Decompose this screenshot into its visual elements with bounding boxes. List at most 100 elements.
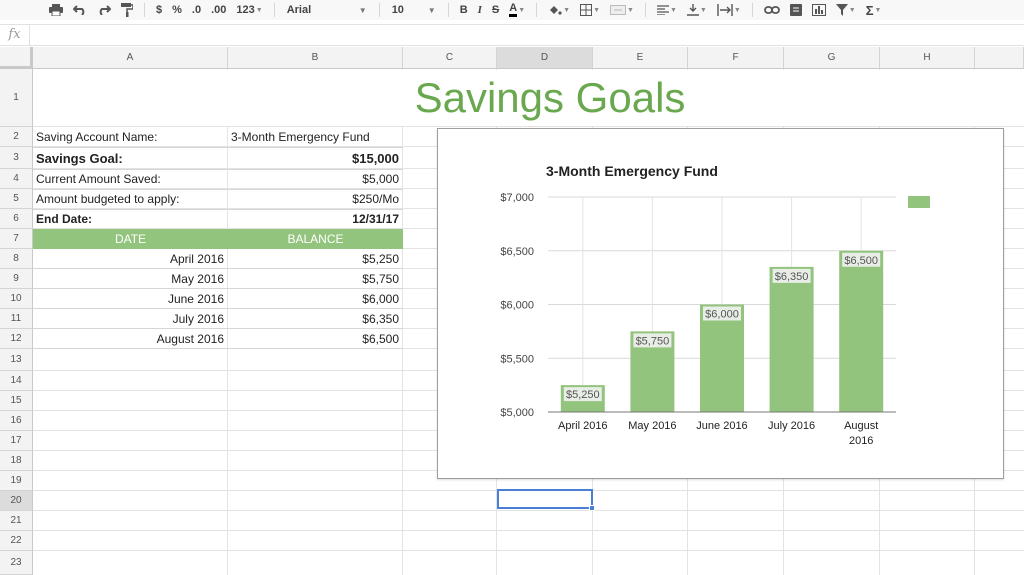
fill-color-icon[interactable]: ▼ [543, 0, 575, 20]
selected-cell-d20[interactable] [497, 489, 595, 511]
percent-format-button[interactable]: % [167, 0, 187, 20]
merge-cells-icon[interactable]: ▼ [605, 0, 639, 20]
increase-decimals-button[interactable]: .00 [206, 0, 231, 20]
chart-bar [839, 250, 884, 412]
font-family-dropdown[interactable]: Arial ▼ [281, 0, 373, 20]
undo-icon[interactable] [68, 0, 92, 20]
print-icon[interactable] [44, 0, 68, 20]
row-header-8[interactable]: 8 [0, 249, 33, 269]
table-cell-date[interactable]: May 2016 [33, 269, 228, 289]
row-header-13[interactable]: 13 [0, 349, 33, 371]
column-header-b[interactable]: B [228, 47, 403, 69]
more-formats-button[interactable]: 123 ▼ [231, 0, 267, 20]
goal-label[interactable]: Savings Goal: [33, 147, 228, 169]
chevron-down-icon: ▼ [874, 6, 882, 14]
functions-label: Σ [865, 2, 874, 18]
row-header-2[interactable]: 2 [0, 127, 33, 147]
text-wrapping-icon[interactable]: ▼ [712, 0, 746, 20]
strikethrough-button[interactable]: S [487, 0, 504, 20]
horizontal-align-icon[interactable]: ▼ [652, 0, 682, 20]
account-name-label[interactable]: Saving Account Name: [33, 127, 228, 147]
italic-button[interactable]: I [473, 0, 487, 20]
row-header-12[interactable]: 12 [0, 329, 33, 349]
table-cell-balance[interactable]: $6,500 [228, 329, 403, 349]
chevron-down-icon: ▼ [699, 6, 707, 14]
table-cell-date[interactable]: June 2016 [33, 289, 228, 309]
row-header-7[interactable]: 7 [0, 229, 33, 249]
column-header-partial[interactable] [975, 47, 1024, 69]
row-header-3[interactable]: 3 [0, 147, 33, 169]
chevron-down-icon: ▼ [255, 6, 263, 14]
account-name-value[interactable]: 3-Month Emergency Fund [228, 127, 408, 147]
column-header-g[interactable]: G [784, 47, 880, 69]
fill-handle[interactable] [589, 505, 595, 511]
chevron-down-icon: ▼ [358, 5, 367, 15]
formula-input[interactable] [30, 25, 1024, 45]
row-header-14[interactable]: 14 [0, 371, 33, 391]
current-amount-value[interactable]: $5,000 [228, 169, 403, 189]
row-divider [33, 189, 403, 190]
date-column-header[interactable]: DATE [33, 229, 228, 249]
select-all-corner[interactable] [0, 47, 33, 69]
savings-chart[interactable]: 3-Month Emergency Fund $5,000 $5,500 $6,000… [437, 128, 1004, 479]
decrease-decimals-button[interactable]: .0 [187, 0, 206, 20]
row-header-23[interactable]: 23 [0, 551, 33, 575]
text-color-button[interactable]: A ▼ [504, 0, 530, 20]
functions-button[interactable]: Σ ▼ [861, 0, 887, 20]
goal-value[interactable]: $15,000 [228, 147, 403, 169]
row-header-4[interactable]: 4 [0, 169, 33, 189]
row-header-5[interactable]: 5 [0, 189, 33, 209]
chevron-down-icon: ▼ [627, 6, 634, 14]
row-header-16[interactable]: 16 [0, 411, 33, 431]
table-cell-date[interactable]: July 2016 [33, 309, 228, 329]
font-size-dropdown[interactable]: 10 ▼ [386, 0, 442, 20]
column-header-d[interactable]: D [497, 47, 593, 69]
bold-button[interactable]: B [455, 0, 473, 20]
table-cell-date[interactable]: August 2016 [33, 329, 228, 349]
row-header-6[interactable]: 6 [0, 209, 33, 229]
budget-label[interactable]: Amount budgeted to apply: [33, 189, 228, 209]
current-amount-label[interactable]: Current Amount Saved: [33, 169, 228, 189]
row-header-10[interactable]: 10 [0, 289, 33, 309]
insert-link-icon[interactable] [759, 0, 785, 20]
insert-comment-icon[interactable] [785, 0, 807, 20]
font-family-value: Arial [286, 4, 312, 16]
insert-chart-icon[interactable] [807, 0, 831, 20]
table-cell-balance[interactable]: $5,750 [228, 269, 403, 289]
row-header-11[interactable]: 11 [0, 309, 33, 329]
column-header-a[interactable]: A [33, 47, 228, 69]
balance-column-header[interactable]: BALANCE [228, 229, 403, 249]
text-color-label: A [509, 3, 518, 17]
end-date-label[interactable]: End Date: [33, 209, 228, 229]
borders-icon[interactable]: ▼ [575, 0, 605, 20]
row-header-9[interactable]: 9 [0, 269, 33, 289]
column-header-e[interactable]: E [593, 47, 688, 69]
filter-icon[interactable]: ▼ [831, 0, 861, 20]
table-cell-date[interactable]: April 2016 [33, 249, 228, 269]
row-header-19[interactable]: 19 [0, 471, 33, 491]
row-header-22[interactable]: 22 [0, 531, 33, 551]
column-header-c[interactable]: C [403, 47, 497, 69]
row-header-1[interactable]: 1 [0, 69, 33, 127]
currency-format-button[interactable]: $ [151, 0, 167, 20]
column-header-f[interactable]: F [688, 47, 784, 69]
row-header-20[interactable]: 20 [0, 491, 33, 511]
row-header-15[interactable]: 15 [0, 391, 33, 411]
row-header-18[interactable]: 18 [0, 451, 33, 471]
y-tick-label: $5,500 [500, 353, 534, 365]
table-cell-balance[interactable]: $6,000 [228, 289, 403, 309]
row-header-17[interactable]: 17 [0, 431, 33, 451]
vertical-align-icon[interactable]: ▼ [682, 0, 712, 20]
paint-format-icon[interactable] [116, 0, 138, 20]
end-date-value[interactable]: 12/31/17 [228, 209, 403, 229]
budget-value[interactable]: $250/Mo [228, 189, 403, 209]
row-header-21[interactable]: 21 [0, 511, 33, 531]
table-cell-balance[interactable]: $5,250 [228, 249, 403, 269]
table-cell-balance[interactable]: $6,350 [228, 309, 403, 329]
toolbar-divider [144, 3, 145, 17]
row-divider [33, 209, 403, 210]
column-header-h[interactable]: H [880, 47, 975, 69]
sheet-title[interactable]: Savings Goals [33, 70, 1024, 126]
redo-icon[interactable] [92, 0, 116, 20]
toolbar: $ % .0 .00 123 ▼ Arial ▼ 10 ▼ B I S A ▼ ▼ ▼ … [0, 0, 1024, 20]
